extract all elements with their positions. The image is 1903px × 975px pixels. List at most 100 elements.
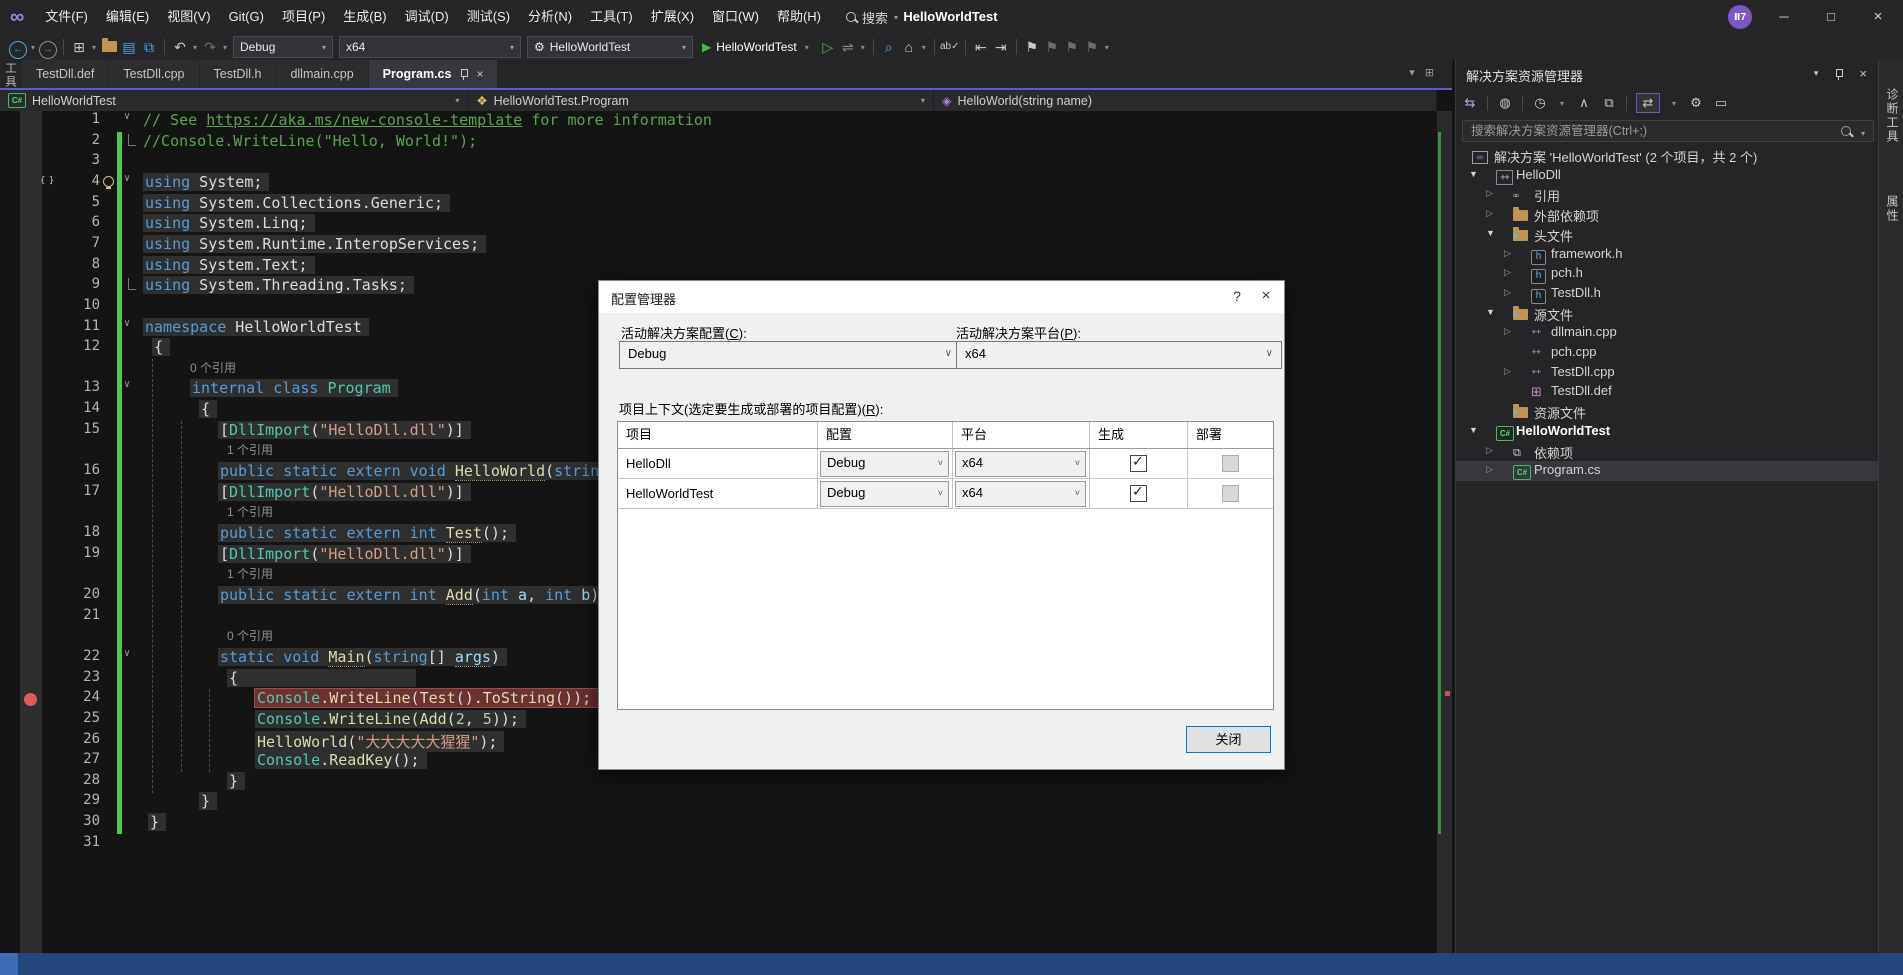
build-checkbox[interactable] [1130, 455, 1147, 472]
pin-icon[interactable] [459, 68, 468, 80]
all-files-icon[interactable]: ◍ [1497, 95, 1513, 111]
tab-testdll-cpp[interactable]: TestDll.cpp [109, 60, 198, 88]
project-platform-dropdown[interactable]: x64˅ [955, 481, 1086, 507]
save-all-icon[interactable]: ⧉ [139, 34, 159, 60]
switch-views-icon[interactable]: ⇆ [1462, 95, 1478, 111]
undo-icon[interactable]: ↶ [170, 34, 190, 60]
collapsed-arrow-icon[interactable]: ▷ [1486, 445, 1493, 456]
clear-bookmarks-icon[interactable]: ⚑ [1082, 34, 1102, 60]
editor-scrollbar[interactable] [1437, 111, 1452, 953]
menu-item-d[interactable]: 调试(D) [396, 0, 458, 34]
expanded-arrow-icon[interactable]: ▼ [1469, 169, 1478, 179]
code-line-30[interactable]: 30} [0, 813, 1437, 834]
spell-check-icon[interactable]: ab✓ [940, 34, 960, 60]
chevron-down-icon[interactable]: ▾ [89, 43, 99, 52]
expanded-arrow-icon[interactable]: ▼ [1469, 425, 1478, 435]
properties-vertical-tab[interactable]: 属性 [1884, 195, 1901, 223]
fold-chevron-icon[interactable]: ∨ [124, 318, 130, 329]
tree-item-[interactable]: ▷▫▫引用 [1456, 185, 1879, 205]
tab-testdll-def[interactable]: TestDll.def [22, 60, 108, 88]
close-dialog-button[interactable]: 关闭 [1186, 726, 1271, 753]
chevron-down-icon[interactable]: ▾ [858, 43, 868, 52]
code-line-7[interactable]: 7using System.Runtime.InteropServices; [0, 235, 1437, 256]
decrease-indent-icon[interactable]: ⇤ [971, 34, 991, 60]
breadcrumb-segment-0[interactable]: C#HelloWorldTest▾ [0, 90, 468, 111]
tab-program-cs[interactable]: Program.cs× [369, 60, 498, 88]
menu-item-s[interactable]: 测试(S) [458, 0, 519, 34]
tree-item-[interactable]: ▷⧉依赖项 [1456, 442, 1879, 462]
tree-item-program.cs[interactable]: ▷C#Program.cs [1456, 461, 1879, 481]
tree-item-pch.h[interactable]: ▷hpch.h [1456, 264, 1879, 284]
previous-bookmark-icon[interactable]: ⚑ [1042, 34, 1062, 60]
minimize-button[interactable]: ─ [1761, 0, 1807, 34]
collapsed-arrow-icon[interactable]: ▷ [1504, 366, 1511, 377]
dialog-close-icon[interactable]: × [1255, 287, 1277, 304]
collapsed-arrow-icon[interactable]: ▷ [1504, 326, 1511, 337]
start-debugging-button[interactable]: ▶HelloWorldTest▾ [696, 40, 818, 54]
menu-item-gitg[interactable]: Git(G) [220, 0, 273, 34]
code-line-2[interactable]: 2//Console.WriteLine("Hello, World!"); [0, 132, 1437, 153]
maximize-button[interactable]: □ [1808, 0, 1854, 34]
chevron-down-icon[interactable]: ▾ [28, 43, 38, 52]
avatar[interactable]: Ⅱ7 [1728, 5, 1752, 29]
fold-chevron-icon[interactable]: ∨ [124, 379, 130, 390]
dialog-help-button[interactable]: ? [1227, 288, 1247, 304]
startup-projects-dropdown[interactable]: ⚙HelloWorldTest▾ [527, 36, 693, 58]
menu-item-t[interactable]: 工具(T) [581, 0, 642, 34]
diagnostic-tools-vertical-tab[interactable]: 诊断工具 [1884, 88, 1901, 144]
float-window-icon[interactable]: ⊞ [1425, 66, 1434, 79]
menu-item-p[interactable]: 项目(P) [273, 0, 334, 34]
save-icon[interactable]: ▤ [119, 34, 139, 60]
codelens-references-label[interactable]: 1 个引用 [227, 503, 273, 520]
menu-item-v[interactable]: 视图(V) [158, 0, 219, 34]
active-solution-platform-dropdown[interactable]: x64 ∨ [956, 341, 1282, 369]
sync-with-active-document-icon[interactable]: ⇄ [1636, 93, 1660, 113]
breadcrumb-segment-2[interactable]: ◈HelloWorld(string name) [934, 90, 1437, 111]
code-line-28[interactable]: 28} [0, 772, 1437, 793]
breakpoint-indicator[interactable] [24, 693, 37, 706]
navigate-back-icon[interactable]: ← [8, 34, 28, 60]
tree-item-testdll.cpp[interactable]: ▷⁺⁺TestDll.cpp [1456, 363, 1879, 383]
code-line-6[interactable]: 6using System.Linq; [0, 214, 1437, 235]
solution-explorer-search-input[interactable]: 搜索解决方案资源管理器(Ctrl+;) ▾ [1462, 120, 1874, 142]
build-checkbox[interactable] [1130, 485, 1147, 502]
chevron-down-icon[interactable]: ▾ [190, 43, 200, 52]
collapsed-arrow-icon[interactable]: ▷ [1486, 464, 1493, 475]
codelens-references-label[interactable]: 1 个引用 [227, 565, 273, 582]
fold-chevron-icon[interactable]: ∨ [124, 173, 130, 184]
chevron-down-icon[interactable]: ▾ [220, 43, 230, 52]
tree-item-dllmain.cpp[interactable]: ▷⁺⁺dllmain.cpp [1456, 323, 1879, 343]
tree-item-helloworldtest22[interactable]: ∞解决方案 'HelloWorldTest' (2 个项目，共 2 个) [1456, 146, 1879, 166]
attach-to-process-icon[interactable]: ⇌ [838, 34, 858, 60]
pin-icon[interactable] [1834, 68, 1843, 80]
code-line-5[interactable]: 5using System.Collections.Generic; [0, 194, 1437, 215]
fold-chevron-icon[interactable]: ∨ [124, 648, 130, 659]
chevron-down-icon[interactable]: ▾ [1102, 43, 1112, 52]
project-configuration-dropdown[interactable]: Debug˅ [820, 481, 949, 507]
dialog-title-bar[interactable]: 配置管理器 ? × [599, 281, 1284, 313]
menu-item-n[interactable]: 分析(N) [519, 0, 581, 34]
pending-changes-filter-icon[interactable]: ◷ [1532, 95, 1548, 111]
close-tab-icon[interactable]: × [476, 67, 483, 81]
collapsed-arrow-icon[interactable]: ▷ [1504, 267, 1511, 278]
properties-page-icon[interactable]: ⧉ [1601, 95, 1617, 111]
collapse-all-icon[interactable]: ∧ [1576, 95, 1592, 111]
tree-item-testdll.h[interactable]: ▷hTestDll.h [1456, 284, 1879, 304]
navigate-forward-icon[interactable]: → [38, 34, 58, 60]
toggle-bookmark-icon[interactable]: ⚑ [1022, 34, 1042, 60]
code-line-31[interactable]: 31 [0, 834, 1437, 855]
wrench-icon[interactable]: ⚙ [1688, 95, 1704, 111]
code-line-1[interactable]: 1∨// See https://aka.ms/new-console-temp… [0, 111, 1437, 132]
lightbulb-icon[interactable] [103, 176, 114, 187]
tree-item-[interactable]: 资源文件 [1456, 402, 1879, 422]
tab-testdll-h[interactable]: TestDll.h [200, 60, 276, 88]
close-button[interactable]: × [1855, 0, 1901, 34]
project-platform-dropdown[interactable]: x64˅ [955, 451, 1086, 477]
close-panel-icon[interactable]: × [1859, 66, 1867, 81]
code-line-4[interactable]: 4{ }∨using System; [0, 173, 1437, 194]
menu-item-w[interactable]: 窗口(W) [703, 0, 768, 34]
collapsed-arrow-icon[interactable]: ▷ [1504, 248, 1511, 259]
chevron-down-icon[interactable]: ▾ [919, 43, 929, 52]
tree-item-[interactable]: ▼源文件 [1456, 304, 1879, 324]
find-in-files-icon[interactable]: ⌕ [879, 34, 899, 60]
